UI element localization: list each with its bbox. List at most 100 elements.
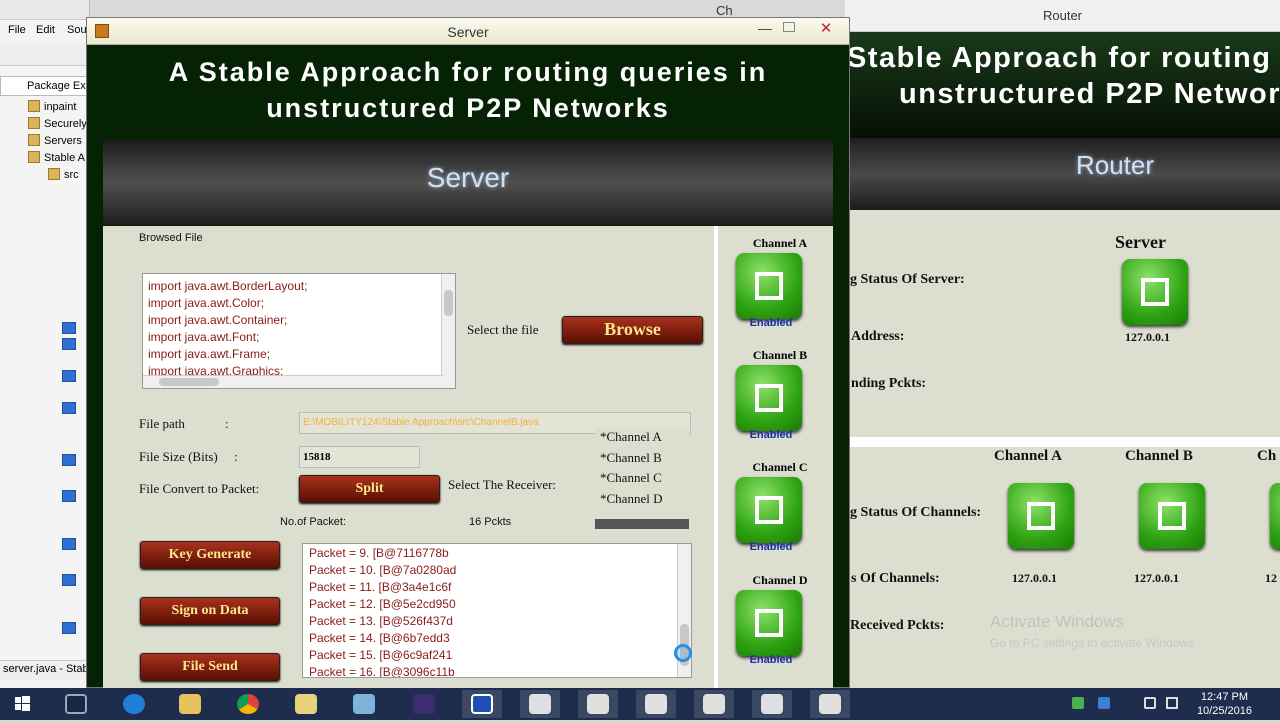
- packet-row: Packet = 15. [B@6c9af241: [309, 648, 453, 662]
- router-channel-a-button[interactable]: [1008, 483, 1074, 549]
- tray-icon[interactable]: [1072, 697, 1084, 709]
- channel-a-button[interactable]: [736, 253, 802, 319]
- colon: :: [225, 416, 229, 431]
- windows-logo-icon: [15, 696, 30, 711]
- tray-clock[interactable]: 12:47 PM 10/25/2016: [1197, 690, 1252, 718]
- tree-label: src: [64, 169, 79, 181]
- activation-watermark: Activate Windows: [990, 612, 1125, 631]
- channel-b-button[interactable]: [736, 365, 802, 431]
- file-size-field[interactable]: 15818: [299, 446, 420, 468]
- java-file-icon[interactable]: [62, 338, 76, 350]
- taskbar-java-app[interactable]: [578, 690, 618, 718]
- tree-label: Stable A: [44, 152, 85, 164]
- menu-edit[interactable]: Edit: [36, 24, 55, 36]
- package-explorer-tab[interactable]: Package Exp: [0, 76, 90, 96]
- taskbar-java-app[interactable]: [520, 690, 560, 718]
- code-line: import java.awt.Color;: [148, 296, 265, 310]
- taskbar-java-app[interactable]: [810, 690, 850, 718]
- app-icon: [353, 694, 375, 714]
- start-button[interactable]: [2, 690, 42, 718]
- code-line: import java.awt.Frame;: [148, 347, 271, 361]
- package-explorer-label: Package Exp: [27, 80, 90, 92]
- tree-label: Securely: [44, 118, 87, 130]
- taskbar-explorer[interactable]: [170, 690, 210, 718]
- minimize-button[interactable]: —: [758, 20, 772, 36]
- channel-b-status: Enabled: [749, 429, 793, 441]
- receiver-option[interactable]: *Channel C: [595, 468, 689, 489]
- tree-item-securely[interactable]: Securely: [28, 116, 87, 132]
- server-header-title: Server: [426, 162, 510, 193]
- taskbar-chrome[interactable]: [228, 690, 268, 718]
- app-icon: [471, 694, 493, 714]
- java-file-icon[interactable]: [62, 322, 76, 334]
- tree-item-src[interactable]: src: [48, 167, 79, 183]
- taskbar-java-app[interactable]: [636, 690, 676, 718]
- close-button[interactable]: ✕: [804, 18, 848, 40]
- volume-icon[interactable]: [1144, 697, 1156, 709]
- router-server-ip: 127.0.0.1: [1125, 330, 1170, 344]
- tray-icon[interactable]: [1098, 697, 1110, 709]
- taskbar-app[interactable]: [56, 690, 96, 718]
- channel-d-button[interactable]: [736, 590, 802, 656]
- java-file-icon[interactable]: [62, 538, 76, 550]
- browse-button[interactable]: Browse: [562, 316, 703, 344]
- taskbar-java-app[interactable]: [694, 690, 734, 718]
- menu-file[interactable]: File: [8, 24, 26, 36]
- taskbar-app[interactable]: [344, 690, 384, 718]
- taskbar-java-app[interactable]: [752, 690, 792, 718]
- packet-row: Packet = 10. [B@7a0280ad: [309, 563, 457, 577]
- router-status-server-label: g Status Of Server:: [850, 272, 965, 287]
- router-address-label: Address:: [851, 329, 905, 344]
- java-icon: [761, 694, 783, 714]
- java-file-icon[interactable]: [62, 402, 76, 414]
- java-file-icon[interactable]: [62, 622, 76, 634]
- key-generate-button[interactable]: Key Generate: [140, 541, 280, 569]
- scroll-thumb[interactable]: [444, 290, 453, 316]
- select-file-label: Select the file: [467, 322, 539, 337]
- packet-row: Packet = 16. [B@3096c11b: [309, 665, 455, 678]
- java-file-icon[interactable]: [62, 454, 76, 466]
- tree-item-servers[interactable]: Servers: [28, 133, 82, 149]
- receiver-list[interactable]: *Channel A *Channel B *Channel C *Channe…: [595, 427, 689, 521]
- browsed-file-textarea[interactable]: import java.awt.BorderLayout; import jav…: [142, 273, 456, 389]
- java-file-icon[interactable]: [62, 490, 76, 502]
- split-button[interactable]: Split: [299, 475, 440, 503]
- receiver-scrollbar[interactable]: [595, 519, 689, 529]
- sign-data-button[interactable]: Sign on Data: [140, 597, 280, 625]
- taskbar-java-ide[interactable]: [404, 690, 444, 718]
- code-vertical-scrollbar[interactable]: [441, 274, 455, 388]
- scroll-thumb[interactable]: [159, 378, 219, 386]
- menu-source[interactable]: Sou: [67, 24, 87, 36]
- java-file-icon[interactable]: [62, 370, 76, 382]
- channel-c-button[interactable]: [736, 477, 802, 543]
- taskbar-ie[interactable]: [114, 690, 154, 718]
- tree-item-stable[interactable]: Stable A: [28, 150, 85, 166]
- java-file-icon[interactable]: [62, 574, 76, 586]
- tree-item-inpaint[interactable]: inpaint: [28, 99, 76, 115]
- taskbar-app[interactable]: [462, 690, 502, 718]
- router-pending-label: nding Pckts:: [851, 376, 927, 391]
- no-packet-value: 16 Pckts: [469, 516, 512, 528]
- router-channel-b-name: Channel B: [1125, 448, 1193, 464]
- channel-a-name: Channel A: [752, 236, 808, 250]
- cursor-indicator: [674, 644, 692, 662]
- network-icon[interactable]: [1166, 697, 1178, 709]
- file-size-label: File Size (Bits): [139, 449, 218, 464]
- java-icon: [529, 694, 551, 714]
- packet-row: Packet = 9. [B@7116778b: [309, 546, 449, 560]
- receiver-option[interactable]: *Channel D: [595, 489, 689, 510]
- router-channel-c-button[interactable]: [1270, 483, 1280, 549]
- receiver-label: Select The Receiver:: [448, 477, 557, 492]
- clock-date: 10/25/2016: [1196, 705, 1252, 717]
- taskbar-app[interactable]: [286, 690, 326, 718]
- packet-list[interactable]: Packet = 9. [B@7116778b Packet = 10. [B@…: [302, 543, 692, 678]
- code-line: import java.awt.BorderLayout;: [148, 279, 308, 293]
- router-server-status-button[interactable]: [1122, 259, 1188, 325]
- code-horizontal-scrollbar[interactable]: [143, 375, 443, 388]
- receiver-option[interactable]: *Channel B: [595, 448, 689, 469]
- receiver-option[interactable]: *Channel A: [595, 427, 689, 448]
- maximize-button[interactable]: [783, 22, 795, 32]
- file-send-button[interactable]: File Send: [140, 653, 280, 681]
- router-channel-b-button[interactable]: [1139, 483, 1205, 549]
- packet-row: Packet = 12. [B@5e2cd950: [309, 597, 456, 611]
